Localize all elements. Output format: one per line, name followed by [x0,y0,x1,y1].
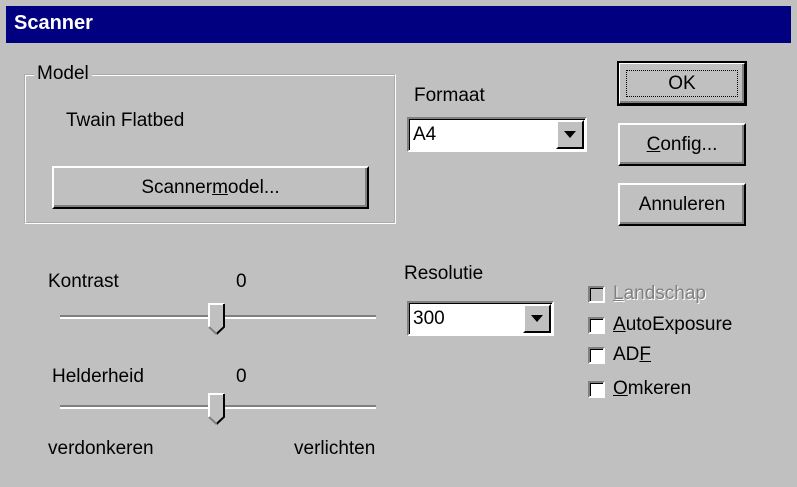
landschap-checkbox-label: Landschap [613,283,706,304]
slider-max-label: verlichten [294,438,376,459]
config-button[interactable]: Config... [618,123,746,166]
scanner-dialog: Scanner Model Twain Flatbed Scannermodel… [0,0,797,487]
adf-checkbox-box[interactable] [588,346,605,364]
config-button-label: Config... [646,133,718,155]
helderheid-label: Helderheid [52,366,144,387]
slider-min-label: verdonkeren [48,438,154,459]
kontrast-label: Kontrast [48,271,119,292]
formaat-select[interactable]: A4 [407,117,587,152]
adf-checkbox[interactable]: ADF [588,344,651,366]
model-group-legend: Model [34,63,92,85]
kontrast-slider-thumb[interactable] [208,303,226,335]
autoexposure-checkbox-label: AutoExposure [613,314,733,335]
helderheid-value: 0 [236,366,247,387]
cancel-button[interactable]: Annuleren [618,183,746,226]
resolutie-select[interactable]: 300 [407,301,554,336]
autoexposure-checkbox-box[interactable] [588,316,605,334]
helderheid-slider-thumb[interactable] [208,393,226,425]
title-bar[interactable]: Scanner [6,6,791,43]
formaat-selected-value: A4 [413,124,437,145]
omkeren-checkbox-label: Omkeren [613,378,692,399]
landschap-checkbox-box[interactable] [588,285,605,303]
landschap-checkbox[interactable]: Landschap [588,283,706,305]
formaat-label: Formaat [414,85,485,106]
formaat-dropdown-arrow-icon[interactable] [556,120,584,149]
scannermodel-button[interactable]: Scannermodel... [52,166,369,209]
omkeren-checkbox[interactable]: Omkeren [588,378,691,400]
adf-checkbox-label: ADF [613,344,652,365]
resolutie-selected-value: 300 [413,308,445,329]
cancel-button-label: Annuleren [638,193,726,215]
model-name-label: Twain Flatbed [66,110,185,131]
resolutie-dropdown-arrow-icon[interactable] [523,304,551,333]
ok-button[interactable]: OK [617,61,747,106]
kontrast-value: 0 [236,271,247,292]
window-title: Scanner [14,12,93,34]
omkeren-checkbox-box[interactable] [588,380,605,398]
autoexposure-checkbox[interactable]: AutoExposure [588,314,732,336]
resolutie-label: Resolutie [404,263,484,284]
scannermodel-button-label: Scannermodel... [141,176,280,198]
